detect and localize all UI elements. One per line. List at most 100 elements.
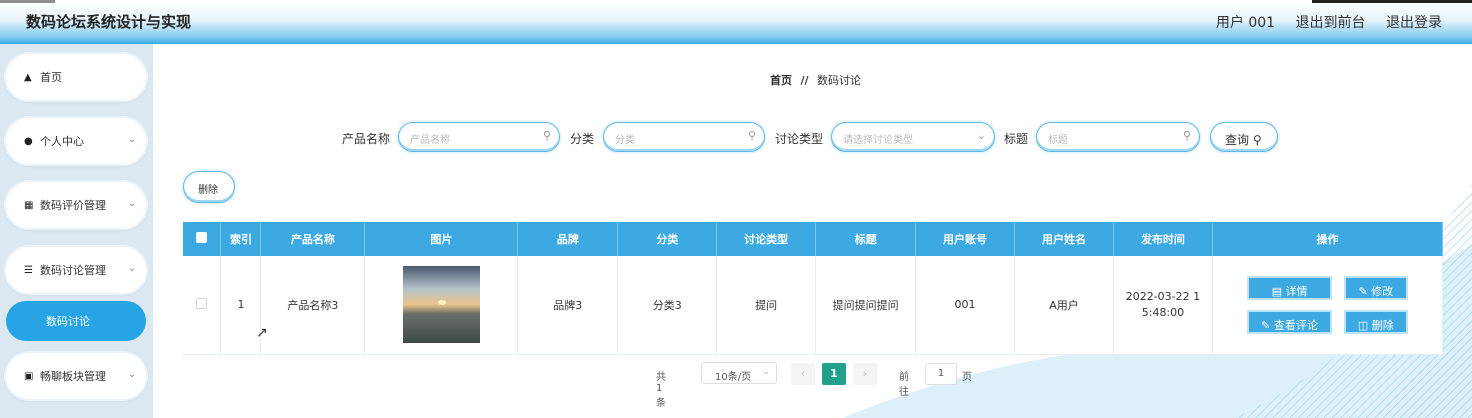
- main-content: 首页 // 数码讨论 产品名称 产品名称 ⚲ 分类 分类 ⚲ 讨论类型 请选择讨…: [153, 44, 1472, 418]
- pagination-total: 共 1 条: [656, 372, 666, 409]
- column-header: 讨论类型: [716, 222, 817, 256]
- category-placeholder: 分类: [615, 135, 635, 146]
- search-icon: ⚲: [1182, 129, 1191, 142]
- query-button[interactable]: 查询 ⚲: [1210, 122, 1278, 152]
- grid-icon: ▦: [24, 199, 34, 211]
- trash-icon: ◫: [1357, 318, 1372, 332]
- discussion-type-placeholder: 请选择讨论类型: [843, 135, 913, 146]
- column-header: 标题: [815, 222, 917, 256]
- cell-brand: 品牌3: [517, 256, 619, 355]
- home-icon: ▲: [24, 71, 32, 83]
- bulk-delete-label: 删除: [198, 185, 218, 196]
- discussion-table: 索引 产品名称 图片 品牌 分类 讨论类型 标题 用户账号 用户姓名 发布时间 …: [183, 222, 1444, 355]
- title-placeholder: 标题: [1048, 135, 1068, 146]
- app-title: 数码论坛系统设计与实现: [26, 13, 192, 31]
- list-icon: ☰: [24, 264, 33, 276]
- cell-title: 提问提问提问: [815, 256, 917, 355]
- exit-to-front-link[interactable]: 退出到前台: [1296, 15, 1366, 31]
- row-checkbox[interactable]: [196, 297, 208, 309]
- cell-user-name: A用户: [1014, 256, 1114, 355]
- detail-label: 详情: [1285, 284, 1308, 298]
- chevron-down-icon: ⌄: [762, 367, 770, 377]
- chevron-down-icon: ⌄: [976, 129, 986, 142]
- header-links: 用户 001 退出到前台 退出登录: [1200, 12, 1442, 32]
- category-input[interactable]: 分类 ⚲: [603, 122, 765, 152]
- delete-label: 删除: [1371, 318, 1394, 332]
- chevron-right-icon: ›: [862, 367, 868, 380]
- page-size-value: 10条/页: [715, 372, 752, 383]
- decor-bar-left: [0, 0, 55, 3]
- decor-bar-right: [1312, 0, 1472, 3]
- title-label: 标题: [1004, 132, 1029, 146]
- edit-label: 修改: [1371, 284, 1394, 298]
- column-header: 图片: [364, 222, 519, 256]
- column-header: 索引: [220, 222, 262, 256]
- breadcrumb-home[interactable]: 首页: [770, 74, 792, 87]
- select-all-cell: [183, 222, 222, 256]
- view-comments-button[interactable]: ✎ 查看评论: [1247, 309, 1332, 334]
- chevron-left-icon: ‹: [800, 367, 806, 380]
- sidebar-item-chat-board-management[interactable]: ▣ 畅聊板块管理 ⌄: [6, 353, 146, 399]
- sidebar-item-discussion-management[interactable]: ☰ 数码讨论管理 ⌄: [6, 247, 146, 293]
- sidebar-item-label: 畅聊板块管理: [40, 370, 106, 383]
- page-number-current[interactable]: 1: [822, 363, 846, 385]
- product-thumbnail[interactable]: [402, 266, 480, 344]
- view-comments-label: 查看评论: [1273, 318, 1318, 332]
- select-all-checkbox[interactable]: [196, 232, 208, 243]
- cell-image: [364, 256, 519, 355]
- chevron-down-icon: ⌄: [127, 198, 136, 209]
- cell-category: 分类3: [617, 256, 718, 355]
- pencil-icon: ✎: [1358, 284, 1372, 298]
- chevron-down-icon: ⌄: [127, 263, 136, 274]
- product-name-input[interactable]: 产品名称 ⚲: [398, 122, 560, 152]
- top-header: 数码论坛系统设计与实现 用户 001 退出到前台 退出登录: [0, 0, 1472, 44]
- prev-page-button[interactable]: ‹: [791, 363, 815, 385]
- cell-actions: ▤ 详情 ✎ 修改 ✎ 查看评论 ◫ 删除: [1212, 256, 1444, 355]
- search-icon: ⚲: [747, 129, 756, 142]
- bulk-delete-button[interactable]: 删除: [183, 171, 235, 203]
- discussion-type-select[interactable]: 请选择讨论类型 ⌄: [831, 122, 995, 152]
- discussion-type-label: 讨论类型: [775, 132, 824, 146]
- table-header-row: 索引 产品名称 图片 品牌 分类 讨论类型 标题 用户账号 用户姓名 发布时间 …: [183, 222, 1444, 256]
- title-input[interactable]: 标题 ⚲: [1036, 122, 1200, 152]
- delete-button[interactable]: ◫ 删除: [1343, 309, 1408, 334]
- goto-label: 前往: [899, 372, 909, 398]
- row-select-cell: [183, 256, 222, 355]
- pencil-icon: ✎: [1261, 318, 1274, 332]
- search-icon: ⚲: [1252, 133, 1262, 147]
- column-header: 品牌: [517, 222, 619, 256]
- page-size-select[interactable]: 10条/页 ⌄: [701, 362, 777, 384]
- sidebar-item-home[interactable]: ▲ 首页: [6, 54, 146, 100]
- edit-button[interactable]: ✎ 修改: [1343, 275, 1408, 300]
- breadcrumb: 首页 // 数码讨论: [770, 72, 861, 88]
- cell-user-account: 001: [915, 256, 1016, 355]
- breadcrumb-current: 数码讨论: [817, 74, 862, 87]
- detail-button[interactable]: ▤ 详情: [1247, 275, 1332, 300]
- publish-time-text: 2022-03-22 15:48:00: [1125, 289, 1201, 319]
- column-header: 用户姓名: [1014, 222, 1114, 256]
- mouse-cursor-icon: ↗: [256, 325, 268, 341]
- sidebar-item-label: 数码讨论管理: [40, 264, 106, 277]
- product-name-placeholder: 产品名称: [410, 135, 450, 146]
- logout-link[interactable]: 退出登录: [1386, 15, 1442, 31]
- table-row: 1 产品名称3 品牌3 分类3 提问 提问提问提问 001 A用户 2022-0…: [183, 256, 1444, 355]
- sidebar-item-label: 数码讨论: [46, 315, 90, 328]
- sidebar-item-review-management[interactable]: ▦ 数码评价管理 ⌄: [6, 182, 146, 228]
- next-page-button[interactable]: ›: [853, 363, 877, 385]
- search-icon: ⚲: [542, 129, 551, 142]
- document-icon: ▤: [1271, 284, 1286, 298]
- cell-publish-time: 2022-03-22 15:48:00: [1113, 256, 1213, 355]
- column-header: 分类: [617, 222, 718, 256]
- sidebar-item-label: 数码评价管理: [40, 199, 106, 212]
- cell-product-name: 产品名称3: [260, 256, 366, 355]
- column-header: 产品名称: [260, 222, 366, 256]
- column-header: 发布时间: [1113, 222, 1213, 256]
- chevron-down-icon: ⌄: [127, 369, 136, 380]
- sidebar-item-label: 首页: [40, 71, 62, 84]
- user-label[interactable]: 用户 001: [1216, 15, 1275, 31]
- sidebar-item-personal-center[interactable]: ● 个人中心 ⌄: [6, 118, 146, 164]
- goto-page-input[interactable]: 1: [925, 363, 957, 385]
- category-label: 分类: [570, 132, 595, 146]
- sidebar: ▲ 首页 ● 个人中心 ⌄ ▦ 数码评价管理 ⌄ ☰ 数码讨论管理 ⌄ 数码讨论…: [0, 44, 153, 418]
- sidebar-item-digital-discussion[interactable]: 数码讨论: [6, 301, 146, 341]
